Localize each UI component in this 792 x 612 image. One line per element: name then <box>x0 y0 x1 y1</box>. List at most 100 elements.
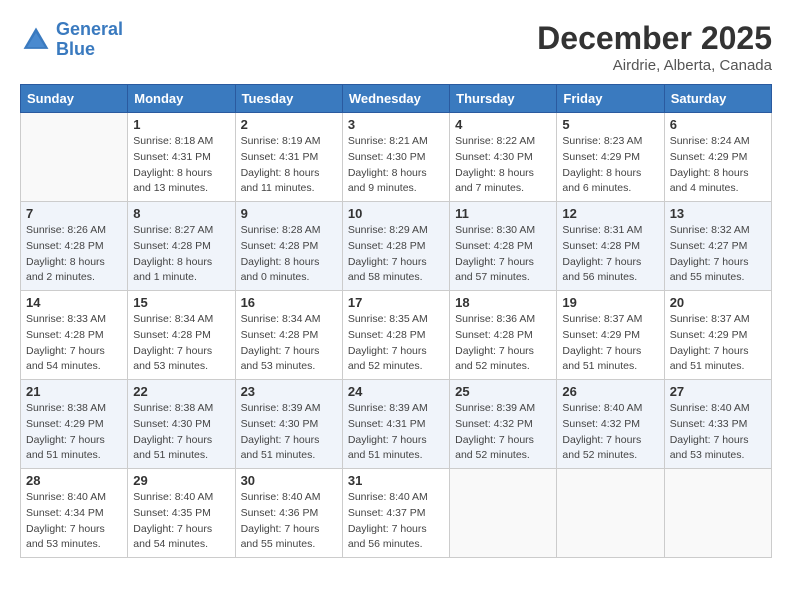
day-number: 24 <box>348 384 444 399</box>
day-number: 3 <box>348 117 444 132</box>
day-info: Sunrise: 8:19 AMSunset: 4:31 PMDaylight:… <box>241 134 337 197</box>
calendar-cell: 14 Sunrise: 8:33 AMSunset: 4:28 PMDayligh… <box>21 291 128 380</box>
weekday-header-sunday: Sunday <box>21 85 128 113</box>
day-number: 17 <box>348 295 444 310</box>
day-info: Sunrise: 8:39 AMSunset: 4:32 PMDaylight:… <box>455 401 551 464</box>
day-info: Sunrise: 8:38 AMSunset: 4:29 PMDaylight:… <box>26 401 122 464</box>
day-number: 26 <box>562 384 658 399</box>
weekday-header-wednesday: Wednesday <box>342 85 449 113</box>
calendar-cell: 9 Sunrise: 8:28 AMSunset: 4:28 PMDaylight… <box>235 202 342 291</box>
day-number: 13 <box>670 206 766 221</box>
weekday-header-thursday: Thursday <box>450 85 557 113</box>
day-number: 16 <box>241 295 337 310</box>
page-header: General Blue December 2025 Airdrie, Albe… <box>20 20 772 74</box>
day-info: Sunrise: 8:35 AMSunset: 4:28 PMDaylight:… <box>348 312 444 375</box>
day-number: 20 <box>670 295 766 310</box>
calendar-cell <box>664 469 771 558</box>
calendar-cell: 21 Sunrise: 8:38 AMSunset: 4:29 PMDayligh… <box>21 380 128 469</box>
day-number: 18 <box>455 295 551 310</box>
day-number: 14 <box>26 295 122 310</box>
calendar-cell: 22Sunrise: 8:38 AMSunset: 4:30 PMDayligh… <box>128 380 235 469</box>
week-row-3: 14 Sunrise: 8:33 AMSunset: 4:28 PMDayligh… <box>21 291 772 380</box>
calendar-cell: 26Sunrise: 8:40 AMSunset: 4:32 PMDayligh… <box>557 380 664 469</box>
day-info: Sunrise: 8:40 AMSunset: 4:35 PMDaylight:… <box>133 490 229 553</box>
day-number: 11 <box>455 206 551 221</box>
calendar-cell: 4 Sunrise: 8:22 AMSunset: 4:30 PMDaylight… <box>450 113 557 202</box>
day-info: Sunrise: 8:37 AMSunset: 4:29 PMDaylight:… <box>562 312 658 375</box>
calendar-cell: 31 Sunrise: 8:40 AMSunset: 4:37 PMDayligh… <box>342 469 449 558</box>
day-info: Sunrise: 8:39 AMSunset: 4:30 PMDaylight:… <box>241 401 337 464</box>
location-subtitle: Airdrie, Alberta, Canada <box>537 57 772 74</box>
day-info: Sunrise: 8:27 AMSunset: 4:28 PMDaylight:… <box>133 223 229 286</box>
day-number: 19 <box>562 295 658 310</box>
day-info: Sunrise: 8:34 AMSunset: 4:28 PMDaylight:… <box>133 312 229 375</box>
calendar-cell: 1Sunrise: 8:18 AMSunset: 4:31 PMDaylight… <box>128 113 235 202</box>
logo-icon <box>20 24 52 56</box>
day-number: 8 <box>133 206 229 221</box>
day-info: Sunrise: 8:40 AMSunset: 4:37 PMDaylight:… <box>348 490 444 553</box>
calendar-cell: 12 Sunrise: 8:31 AMSunset: 4:28 PMDayligh… <box>557 202 664 291</box>
calendar-cell: 20 Sunrise: 8:37 AMSunset: 4:29 PMDayligh… <box>664 291 771 380</box>
day-number: 6 <box>670 117 766 132</box>
day-info: Sunrise: 8:34 AMSunset: 4:28 PMDaylight:… <box>241 312 337 375</box>
day-info: Sunrise: 8:24 AMSunset: 4:29 PMDaylight:… <box>670 134 766 197</box>
day-number: 9 <box>241 206 337 221</box>
day-number: 5 <box>562 117 658 132</box>
day-number: 22 <box>133 384 229 399</box>
day-number: 10 <box>348 206 444 221</box>
calendar-cell: 23Sunrise: 8:39 AMSunset: 4:30 PMDayligh… <box>235 380 342 469</box>
day-info: Sunrise: 8:30 AMSunset: 4:28 PMDaylight:… <box>455 223 551 286</box>
calendar-cell: 18 Sunrise: 8:36 AMSunset: 4:28 PMDayligh… <box>450 291 557 380</box>
calendar-cell <box>450 469 557 558</box>
calendar-cell: 13 Sunrise: 8:32 AMSunset: 4:27 PMDayligh… <box>664 202 771 291</box>
day-number: 12 <box>562 206 658 221</box>
day-info: Sunrise: 8:18 AMSunset: 4:31 PMDaylight:… <box>133 134 229 197</box>
day-info: Sunrise: 8:22 AMSunset: 4:30 PMDaylight:… <box>455 134 551 197</box>
calendar-cell: 17 Sunrise: 8:35 AMSunset: 4:28 PMDayligh… <box>342 291 449 380</box>
day-number: 15 <box>133 295 229 310</box>
week-row-5: 28 Sunrise: 8:40 AMSunset: 4:34 PMDayligh… <box>21 469 772 558</box>
calendar-cell: 15 Sunrise: 8:34 AMSunset: 4:28 PMDayligh… <box>128 291 235 380</box>
calendar-cell: 5Sunrise: 8:23 AMSunset: 4:29 PMDaylight… <box>557 113 664 202</box>
calendar-cell: 24 Sunrise: 8:39 AMSunset: 4:31 PMDayligh… <box>342 380 449 469</box>
calendar-cell: 28 Sunrise: 8:40 AMSunset: 4:34 PMDayligh… <box>21 469 128 558</box>
day-number: 28 <box>26 473 122 488</box>
calendar-cell: 7 Sunrise: 8:26 AMSunset: 4:28 PMDaylight… <box>21 202 128 291</box>
weekday-header-saturday: Saturday <box>664 85 771 113</box>
day-number: 2 <box>241 117 337 132</box>
calendar-cell: 11 Sunrise: 8:30 AMSunset: 4:28 PMDayligh… <box>450 202 557 291</box>
day-info: Sunrise: 8:36 AMSunset: 4:28 PMDaylight:… <box>455 312 551 375</box>
weekday-header-row: SundayMondayTuesdayWednesdayThursdayFrid… <box>21 85 772 113</box>
calendar-cell: 2 Sunrise: 8:19 AMSunset: 4:31 PMDaylight… <box>235 113 342 202</box>
day-info: Sunrise: 8:33 AMSunset: 4:28 PMDaylight:… <box>26 312 122 375</box>
day-info: Sunrise: 8:26 AMSunset: 4:28 PMDaylight:… <box>26 223 122 286</box>
day-number: 30 <box>241 473 337 488</box>
day-number: 21 <box>26 384 122 399</box>
calendar-cell: 29Sunrise: 8:40 AMSunset: 4:35 PMDayligh… <box>128 469 235 558</box>
day-number: 31 <box>348 473 444 488</box>
day-number: 7 <box>26 206 122 221</box>
calendar-cell: 16 Sunrise: 8:34 AMSunset: 4:28 PMDayligh… <box>235 291 342 380</box>
logo: General Blue <box>20 20 123 60</box>
day-info: Sunrise: 8:39 AMSunset: 4:31 PMDaylight:… <box>348 401 444 464</box>
calendar-cell: 25Sunrise: 8:39 AMSunset: 4:32 PMDayligh… <box>450 380 557 469</box>
day-info: Sunrise: 8:37 AMSunset: 4:29 PMDaylight:… <box>670 312 766 375</box>
title-block: December 2025 Airdrie, Alberta, Canada <box>537 20 772 74</box>
calendar-table: SundayMondayTuesdayWednesdayThursdayFrid… <box>20 84 772 558</box>
day-info: Sunrise: 8:32 AMSunset: 4:27 PMDaylight:… <box>670 223 766 286</box>
day-info: Sunrise: 8:40 AMSunset: 4:36 PMDaylight:… <box>241 490 337 553</box>
calendar-cell <box>21 113 128 202</box>
calendar-cell: 30 Sunrise: 8:40 AMSunset: 4:36 PMDayligh… <box>235 469 342 558</box>
day-info: Sunrise: 8:40 AMSunset: 4:34 PMDaylight:… <box>26 490 122 553</box>
week-row-2: 7 Sunrise: 8:26 AMSunset: 4:28 PMDaylight… <box>21 202 772 291</box>
day-number: 4 <box>455 117 551 132</box>
logo-text: General Blue <box>56 20 123 60</box>
day-info: Sunrise: 8:31 AMSunset: 4:28 PMDaylight:… <box>562 223 658 286</box>
day-info: Sunrise: 8:28 AMSunset: 4:28 PMDaylight:… <box>241 223 337 286</box>
calendar-cell: 27Sunrise: 8:40 AMSunset: 4:33 PMDayligh… <box>664 380 771 469</box>
day-number: 27 <box>670 384 766 399</box>
week-row-4: 21 Sunrise: 8:38 AMSunset: 4:29 PMDayligh… <box>21 380 772 469</box>
calendar-cell: 19 Sunrise: 8:37 AMSunset: 4:29 PMDayligh… <box>557 291 664 380</box>
calendar-cell: 6 Sunrise: 8:24 AMSunset: 4:29 PMDaylight… <box>664 113 771 202</box>
calendar-cell <box>557 469 664 558</box>
